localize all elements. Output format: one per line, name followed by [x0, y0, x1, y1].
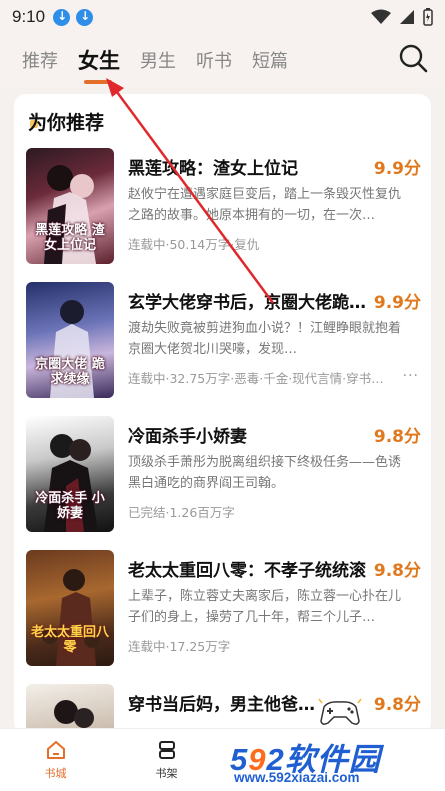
book-item[interactable]: 冷面杀手 小娇妻 冷面杀手小娇妻 9.8分 顶级杀手萧彤为脱离组织接下终极任务—… [26, 416, 421, 534]
book-title: 玄学大佬穿书后，京圈大佬跪求续缘 [128, 293, 373, 313]
book-desc: 赵攸宁在遭遇家庭巨变后，踏上一条毁灭性复仇之路的故事。她原本拥有的一切，在一次… [128, 187, 402, 223]
status-bar: 9:10 [0, 0, 445, 34]
search-icon[interactable] [397, 42, 429, 74]
book-title: 老太太重回八零：不孝子统统滚 [128, 561, 366, 581]
book-item[interactable]: 京圈大佬 跪求续缘 玄学大佬穿书后，京圈大佬跪求续缘 9.9分 渡劫失败竟被剪进… [26, 282, 421, 400]
wifi-icon [371, 9, 391, 24]
book-desc: 渡劫失败竟被剪进狗血小说？！江鲤睁眼就抱着京圈大佬贺北川哭嚎，发现… [128, 321, 402, 357]
nav-bookstore[interactable]: 书城 [0, 729, 111, 791]
book-cover[interactable]: 黑莲攻略 渣女上位记 [26, 148, 114, 264]
book-score: 9.8分 [373, 427, 421, 447]
bookshelf-icon [158, 741, 175, 759]
status-time: 9:10 [12, 7, 46, 26]
book-desc: 上辈子，陈立蓉丈夫离家后，陈立蓉一心扑在儿子们的身上，操劳了几十年，帮三个儿子… [128, 589, 402, 625]
book-desc: 顶级杀手萧彤为脱离组织接下终极任务——色诱黑白通吃的商界阎王司翰。 [128, 455, 402, 491]
section-title: 为你推荐 [28, 112, 105, 134]
nav-bookshelf[interactable]: 书架 [111, 729, 222, 791]
book-score: 9.9分 [373, 159, 421, 179]
cover-title: 冷面杀手 小娇妻 [35, 491, 105, 522]
recommend-card: 为你推荐 黑莲攻略 渣女上位记 黑莲攻略：渣女上位记 9.9分 赵攸宁在遭遇家庭… [14, 94, 431, 734]
watermark-url: www.592xiazai.com [234, 770, 360, 785]
cover-title: 老太太重回八零 [30, 625, 109, 656]
cover-title: 京圈大佬 跪求续缘 [35, 357, 105, 388]
book-cover[interactable] [26, 684, 114, 734]
book-item[interactable]: 黑莲攻略 渣女上位记 黑莲攻略：渣女上位记 9.9分 赵攸宁在遭遇家庭巨变后，踏… [26, 148, 421, 266]
more-icon[interactable]: ··· [403, 368, 419, 384]
category-tabs: 推荐 女生 男生 听书 短篇 [0, 34, 445, 86]
tab-female[interactable]: 女生 [78, 45, 120, 84]
watermark: 592软件园 www.592xiazai.com [222, 738, 445, 791]
book-cover[interactable]: 冷面杀手 小娇妻 [26, 416, 114, 532]
nav-label: 书城 [44, 767, 67, 780]
book-cover[interactable]: 老太太重回八零 [26, 550, 114, 666]
tab-audiobook[interactable]: 听书 [196, 47, 232, 73]
tab-recommend[interactable]: 推荐 [22, 47, 58, 73]
book-cover[interactable]: 京圈大佬 跪求续缘 [26, 282, 114, 398]
book-item[interactable]: 老太太重回八零 老太太重回八零：不孝子统统滚 9.8分 上辈子，陈立蓉丈夫离家后… [26, 550, 421, 668]
download-icon [76, 8, 94, 26]
book-score: 9.8分 [373, 561, 421, 581]
book-title: 穿书当后妈，男主他爸太撩了 [128, 695, 328, 715]
tab-male[interactable]: 男生 [140, 47, 176, 73]
book-meta: 已完结·1.26百万字 [128, 505, 235, 520]
signal-icon [400, 10, 414, 24]
download-icon [53, 8, 71, 26]
book-title: 冷面杀手小娇妻 [128, 427, 247, 447]
gamepad-icon[interactable] [318, 697, 362, 727]
book-score: 9.8分 [373, 695, 421, 715]
cover-title: 黑莲攻略 渣女上位记 [35, 223, 105, 254]
status-icons [371, 8, 433, 26]
book-meta: 连载中·50.14万字·复仇 [128, 237, 260, 252]
battery-icon [423, 8, 433, 26]
nav-label: 书架 [155, 767, 178, 780]
book-title: 黑莲攻略：渣女上位记 [128, 159, 298, 179]
book-meta: 连载中·32.75万字·恶毒·千金·现代言情·穿书… [128, 371, 384, 386]
home-icon [46, 741, 65, 759]
tab-short[interactable]: 短篇 [252, 47, 288, 73]
book-meta: 连载中·17.25万字 [128, 639, 231, 654]
book-score: 9.9分 [373, 293, 421, 313]
